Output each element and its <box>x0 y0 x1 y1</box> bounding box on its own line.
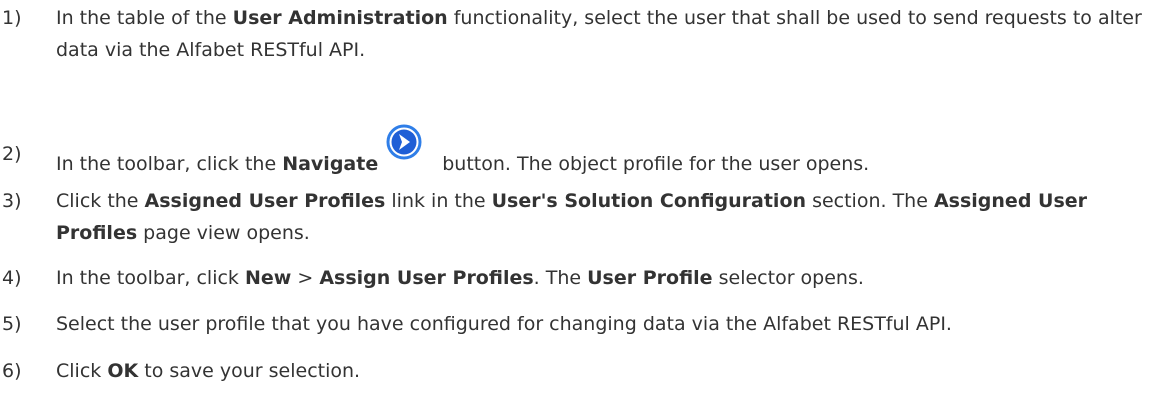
bold-term: Assigned User Profiles <box>144 190 386 212</box>
step-text: In the toolbar, click New > Assign User … <box>56 267 864 289</box>
step-text: In the table of the User Administration … <box>56 7 1142 61</box>
bold-term: Navigate <box>282 153 379 175</box>
step-number: 2) <box>2 143 22 165</box>
step-text: In the toolbar, click the Navigate button… <box>56 124 1148 180</box>
bold-term: New <box>244 267 292 289</box>
navigate-arrow-icon <box>386 124 422 160</box>
bold-term: User Profile <box>587 267 713 289</box>
bold-term: User's Solution Configuration <box>491 190 807 212</box>
bold-term: Assign User Profiles <box>319 267 534 289</box>
step-number: 5) <box>2 313 22 335</box>
step-number: 1) <box>2 7 22 29</box>
step-text: Click the Assigned User Profiles link in… <box>56 190 1088 244</box>
step-number: 3) <box>2 190 22 212</box>
bold-term: User Administration <box>232 7 448 29</box>
step-text: Select the user profile that you have co… <box>56 313 952 335</box>
step-text: Click OK to save your selection. <box>56 360 361 382</box>
step-number: 4) <box>2 267 22 289</box>
bold-term: OK <box>107 360 139 382</box>
step-number: 6) <box>2 360 22 382</box>
